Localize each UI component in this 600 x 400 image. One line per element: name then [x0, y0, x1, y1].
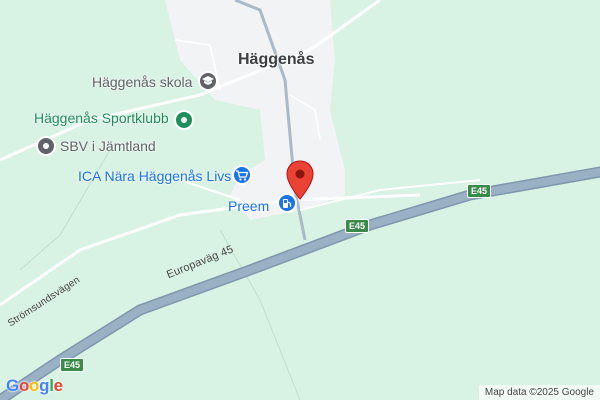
- e45-shield: E45: [345, 219, 370, 233]
- map-view[interactable]: Häggenås Häggenås skola Häggenås Sportkl…: [0, 0, 600, 400]
- google-logo: Google: [6, 376, 63, 395]
- shopping-cart-icon[interactable]: [232, 165, 252, 185]
- settlement-area: [165, 0, 345, 220]
- poi-label-sbv[interactable]: SBV i Jämtland: [60, 138, 156, 154]
- location-pin-icon[interactable]: [285, 160, 315, 200]
- place-icon[interactable]: [36, 136, 56, 156]
- poi-label-school[interactable]: Häggenås skola: [92, 74, 192, 90]
- school-icon[interactable]: [198, 71, 218, 91]
- map-attribution[interactable]: Map data ©2025 Google: [478, 385, 600, 400]
- town-label[interactable]: Häggenås: [238, 51, 314, 69]
- e45-shield: E45: [467, 184, 492, 198]
- sports-club-icon[interactable]: [174, 110, 194, 130]
- poi-label-preem[interactable]: Preem: [228, 198, 269, 214]
- poi-label-sportklubb[interactable]: Häggenås Sportklubb: [34, 110, 169, 126]
- e45-shield: E45: [60, 358, 85, 372]
- poi-label-ica[interactable]: ICA Nära Häggenås Livs: [78, 168, 231, 184]
